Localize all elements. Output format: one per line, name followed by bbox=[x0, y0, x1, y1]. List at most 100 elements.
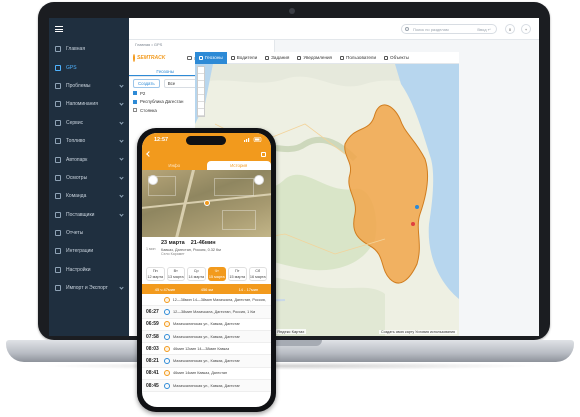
sidebar-item-label: Проблемы bbox=[66, 82, 91, 89]
move-icon bbox=[164, 333, 170, 340]
day-label: 13 марта bbox=[167, 274, 184, 279]
satellite-map[interactable] bbox=[142, 170, 271, 237]
trip-duration: 21-46мин bbox=[190, 240, 216, 246]
sidebar-item-team[interactable]: Команда bbox=[49, 187, 129, 205]
table-row[interactable]: 08:03 46мин 12мин 14—38мин Кавказ bbox=[142, 343, 271, 356]
logo: SEMTRACK bbox=[137, 55, 166, 61]
sidebar-item-inspections[interactable]: Осмотры bbox=[49, 169, 129, 187]
draw-polygon-icon[interactable] bbox=[198, 102, 204, 109]
location-icon[interactable] bbox=[148, 175, 158, 185]
sidebar-item-problems[interactable]: Проблемы bbox=[49, 77, 129, 95]
camera-icon bbox=[289, 8, 295, 14]
sidebar-item-label: Сервис bbox=[66, 119, 84, 126]
sidebar-item-import-export[interactable]: Импорт и Экспорт bbox=[49, 279, 129, 297]
gps-icon bbox=[55, 64, 61, 71]
row-time: 07:58 bbox=[146, 333, 159, 340]
row-time: 08:45 bbox=[146, 382, 159, 389]
day-chip[interactable]: Ср 14 марта bbox=[187, 267, 206, 281]
sidebar-item-label: Осмотры bbox=[66, 174, 88, 181]
sidebar-item-integrations[interactable]: Интеграции bbox=[49, 242, 129, 260]
tab-users[interactable]: Пользователи bbox=[336, 52, 380, 64]
trip-address-2: Село Карамет bbox=[161, 252, 185, 256]
tab-info[interactable]: Инфо bbox=[142, 161, 207, 170]
sidebar-item-label: GPS bbox=[66, 64, 77, 71]
stop-icon bbox=[164, 345, 170, 352]
zoom-out-icon[interactable] bbox=[198, 74, 204, 81]
tab-history[interactable]: История bbox=[206, 161, 271, 170]
import-export-icon bbox=[55, 285, 61, 292]
draw-circle-icon[interactable] bbox=[198, 109, 204, 116]
day-chip[interactable]: Вт 13 марта bbox=[166, 267, 185, 281]
table-row[interactable]: 08:21 Махачкалинская ул., Кавказ, Дагеста… bbox=[142, 355, 271, 368]
sidebar-item-reminders[interactable]: Напоминания bbox=[49, 95, 129, 113]
row-time: 08:03 bbox=[146, 345, 159, 352]
sidebar-item-vendors[interactable]: Поставщики bbox=[49, 206, 129, 224]
checkbox[interactable] bbox=[133, 91, 137, 96]
table-row[interactable]: 08:41 46мин 14мин Кавказ, Дагестан bbox=[142, 368, 271, 381]
stop-icon bbox=[164, 370, 170, 377]
sidebar-item-fuel[interactable]: Топливо bbox=[49, 132, 129, 150]
history-list: 12—38мин 14—38мин Махачкала, Дагестан, Р… bbox=[142, 294, 271, 393]
tab-geozones[interactable]: Геозоны bbox=[129, 67, 202, 76]
sidebar-item-label: Автопарк bbox=[66, 156, 88, 163]
back-icon[interactable] bbox=[146, 151, 152, 157]
summary-distance: 456 км bbox=[200, 286, 214, 292]
dynamic-island bbox=[186, 136, 226, 145]
table-row[interactable]: 08:45 Махачкалинская ул., Кавказ, Дагеста… bbox=[142, 380, 271, 393]
chevron-down-icon bbox=[119, 101, 124, 106]
sidebar-item-label: Команда bbox=[66, 193, 87, 200]
laptop-base bbox=[6, 340, 574, 362]
day-chip[interactable]: Сб 16 марта bbox=[248, 267, 267, 281]
tab-tasks[interactable]: Задания bbox=[261, 52, 293, 64]
vehicle-marker[interactable] bbox=[204, 200, 210, 206]
tab-notifications[interactable]: Уведомления bbox=[293, 52, 336, 64]
map-copyright[interactable]: Создать свою карту Условия использования bbox=[379, 330, 457, 334]
navigate-icon[interactable] bbox=[254, 175, 264, 185]
chevron-down-icon bbox=[119, 285, 124, 290]
wrench-icon bbox=[55, 119, 61, 126]
checkbox[interactable] bbox=[133, 108, 137, 113]
sidebar-item-service[interactable]: Сервис bbox=[49, 114, 129, 132]
summary-stops: 14 - 17мин bbox=[238, 286, 259, 292]
store-icon bbox=[55, 211, 61, 218]
fullscreen-icon[interactable] bbox=[198, 95, 204, 102]
row-text: 46мин 14мин Кавказ, Дагестан bbox=[173, 371, 228, 376]
counter-button[interactable]: 0 bbox=[505, 24, 515, 34]
sidebar-item-settings[interactable]: Настройки bbox=[49, 261, 129, 279]
row-time: 08:41 bbox=[146, 370, 159, 377]
day-chip[interactable]: Пн 12 марта bbox=[146, 267, 165, 281]
sidebar-item-gps[interactable]: GPS bbox=[49, 58, 129, 76]
checkbox[interactable] bbox=[133, 99, 137, 104]
ruler-icon[interactable] bbox=[198, 81, 204, 88]
add-button[interactable]: + bbox=[521, 24, 531, 34]
table-row[interactable]: 12—38мин 14—38мин Махачкала, Дагестан, Р… bbox=[142, 294, 271, 307]
phone-tabs: Инфо История bbox=[142, 161, 271, 170]
laptop-lid: Главная GPS Проблемы Напоминания Сервис … bbox=[38, 2, 550, 340]
bell-icon bbox=[297, 55, 302, 60]
tab-drivers[interactable]: Водители bbox=[227, 52, 261, 64]
menu-icon[interactable] bbox=[55, 26, 63, 32]
layers-icon[interactable] bbox=[198, 88, 204, 95]
table-row[interactable]: 07:58 Махачкалинская ул., Кавказ, Дагеста… bbox=[142, 330, 271, 344]
bell-icon bbox=[55, 101, 61, 108]
tab-geozones-map[interactable]: Геозоны bbox=[195, 51, 227, 64]
geozone-name: Республика Дагестан bbox=[140, 99, 184, 105]
share-icon[interactable] bbox=[261, 151, 266, 157]
car-icon bbox=[384, 55, 389, 60]
sidebar-item-home[interactable]: Главная bbox=[49, 40, 129, 58]
tab-objects[interactable]: Объекты bbox=[380, 52, 413, 64]
day-chip-selected[interactable]: Чт 15 марта bbox=[207, 267, 226, 281]
search-input[interactable]: Поиск по разделам Ввод ↵ bbox=[401, 24, 497, 34]
table-row[interactable]: 06:27 12—38мин Махачкала, Дагестан, Росси… bbox=[142, 306, 271, 319]
phone-screen: 12:57 Инфо История 23 марта 21-46мин Кав… bbox=[142, 133, 271, 407]
create-button[interactable]: Создать bbox=[133, 78, 160, 88]
table-row[interactable]: 06:59 Махачкалинская ул., Кавказ, Дагеста… bbox=[142, 319, 271, 331]
phone-status-bar: 12:57 bbox=[142, 133, 271, 147]
zoom-in-icon[interactable] bbox=[198, 67, 204, 74]
logo-icon bbox=[133, 54, 136, 62]
sidebar-item-reports[interactable]: Отчеты bbox=[49, 224, 129, 242]
chevron-down-icon bbox=[119, 211, 124, 217]
day-chip[interactable]: Пт 15 марта bbox=[228, 267, 247, 281]
field bbox=[214, 178, 254, 196]
sidebar-item-fleet[interactable]: Автопарк bbox=[49, 150, 129, 168]
